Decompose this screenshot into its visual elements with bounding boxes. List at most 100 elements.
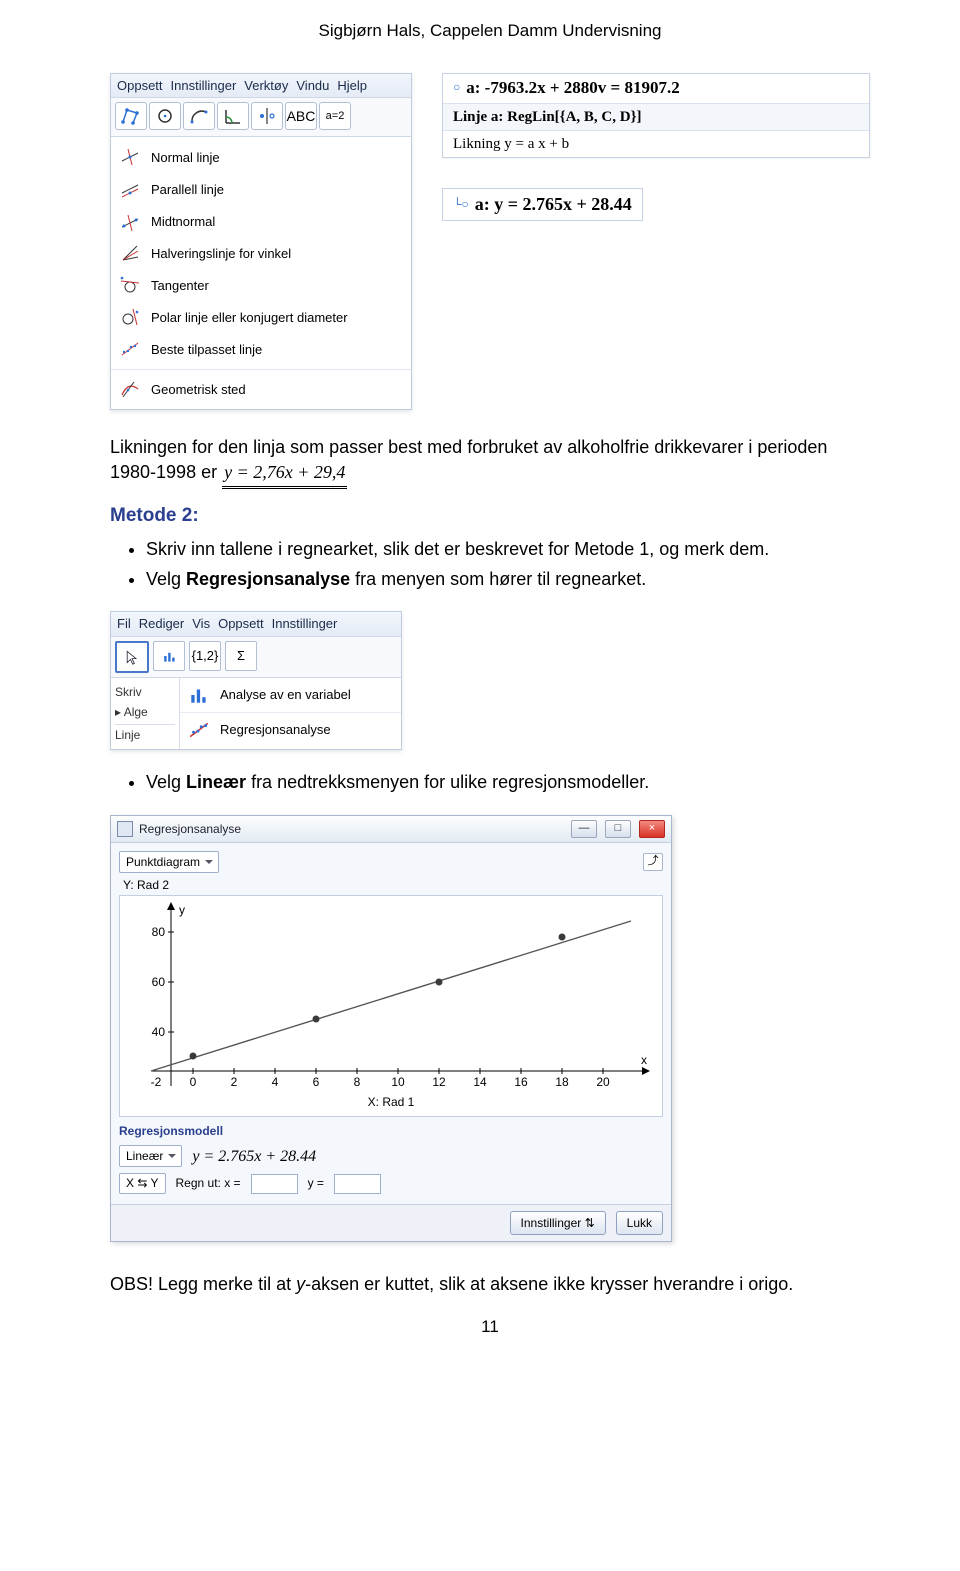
svg-text:2: 2 bbox=[231, 1075, 238, 1089]
bullet-velg-regresjon: Velg Regresjonsanalyse fra menyen som hø… bbox=[146, 567, 870, 591]
menu-oppsett[interactable]: Oppsett bbox=[117, 77, 163, 95]
regression-formula: y = 2.765x + 28.44 bbox=[192, 1146, 316, 1168]
polar-line-icon bbox=[119, 306, 141, 328]
model-dropdown[interactable]: Lineær bbox=[119, 1145, 182, 1167]
menu-oppsett[interactable]: Oppsett bbox=[218, 615, 264, 633]
tool-list-icon[interactable]: {1,2} bbox=[189, 641, 221, 671]
tool-item-beste-tilpasset[interactable]: Beste tilpasset linje bbox=[111, 333, 411, 365]
calc-y-label: y = bbox=[308, 1175, 324, 1191]
svg-text:18: 18 bbox=[555, 1075, 569, 1089]
svg-text:16: 16 bbox=[514, 1075, 528, 1089]
menu-hjelp[interactable]: Hjelp bbox=[337, 77, 367, 95]
menu-vis[interactable]: Vis bbox=[192, 615, 210, 633]
maximize-button[interactable]: □ bbox=[605, 820, 631, 838]
regwin-title-text: Regresjonsanalyse bbox=[139, 821, 241, 837]
tool-onevaranalysis-icon[interactable] bbox=[153, 641, 185, 671]
tool-item-geometrisk-sted[interactable]: Geometrisk sted bbox=[111, 369, 411, 405]
tool-polygon-icon[interactable] bbox=[115, 102, 147, 130]
calc-x-input[interactable] bbox=[251, 1174, 298, 1194]
plot-type-dropdown[interactable]: Punktdiagram bbox=[119, 851, 219, 873]
menu-rediger[interactable]: Rediger bbox=[139, 615, 185, 633]
barchart-icon bbox=[188, 684, 210, 706]
calc-label: Regn ut: x = bbox=[176, 1175, 241, 1191]
tool-circle-icon[interactable] bbox=[149, 102, 181, 130]
x-axis-caption: X: Rad 1 bbox=[368, 1095, 415, 1109]
settings-button[interactable]: Innstillinger ⇅ bbox=[510, 1211, 606, 1235]
top-figure-row: Oppsett Innstillinger Verktøy Vindu Hjel… bbox=[110, 73, 870, 411]
svg-text:x: x bbox=[641, 1053, 647, 1067]
svg-text:80: 80 bbox=[152, 925, 166, 939]
menu-item-regresjonsanalyse[interactable]: Regresjonsanalyse bbox=[180, 712, 401, 747]
scatter-chart: y x 80 60 40 -2 0 2 4 6 8 bbox=[119, 895, 663, 1117]
section-title-metode-2: Metode 2: bbox=[110, 503, 870, 529]
double-underlined-equation: y = 2,76x + 29,4 bbox=[222, 460, 347, 489]
tool-angle-icon[interactable] bbox=[217, 102, 249, 130]
page-header: Sigbjørn Hals, Cappelen Damm Undervisnin… bbox=[110, 20, 870, 43]
angle-bisector-icon bbox=[119, 242, 141, 264]
obs-paragraph: OBS! Legg merke til at y-aksen er kuttet… bbox=[110, 1272, 870, 1296]
svg-text:4: 4 bbox=[272, 1075, 279, 1089]
page-number: 11 bbox=[110, 1316, 870, 1339]
y-axis-label: Y: Rad 2 bbox=[123, 877, 663, 893]
svg-text:20: 20 bbox=[596, 1075, 610, 1089]
item-label: Geometrisk sted bbox=[151, 381, 246, 399]
geogebra-tool-menu: Oppsett Innstillinger Verktøy Vindu Hjel… bbox=[110, 73, 412, 411]
intro-paragraph: Likningen for den linja som passer best … bbox=[110, 435, 870, 489]
eq-line2: Linje a: RegLin[{A, B, C, D}] bbox=[443, 103, 869, 130]
window-icon bbox=[117, 821, 133, 837]
item-label: Tangenter bbox=[151, 277, 209, 295]
tool-slider-icon[interactable]: a=2 bbox=[319, 102, 351, 130]
locus-icon bbox=[119, 378, 141, 400]
menu-item-analyse-variabel[interactable]: Analyse av en variabel bbox=[180, 678, 401, 712]
tool-reflect-icon[interactable] bbox=[251, 102, 283, 130]
svg-text:40: 40 bbox=[152, 1025, 166, 1039]
equation-box-2: └○a: y = 2.765x + 28.44 bbox=[442, 188, 643, 220]
tool-item-normal-linje[interactable]: Normal linje bbox=[111, 141, 411, 173]
item-label: Midtnormal bbox=[151, 213, 215, 231]
svg-text:0: 0 bbox=[190, 1075, 197, 1089]
bullet-velg-linear: Velg Lineær fra nedtrekksmenyen for ulik… bbox=[146, 770, 870, 794]
tool-item-midtnormal[interactable]: Midtnormal bbox=[111, 205, 411, 237]
menu-verktoy[interactable]: Verktøy bbox=[244, 77, 288, 95]
tool-item-halveringslinje[interactable]: Halveringslinje for vinkel bbox=[111, 237, 411, 269]
tool-sum-icon[interactable]: Σ bbox=[225, 641, 257, 671]
svg-text:y: y bbox=[179, 903, 185, 917]
svg-text:12: 12 bbox=[432, 1075, 446, 1089]
item-label: Halveringslinje for vinkel bbox=[151, 245, 291, 263]
menu-vindu[interactable]: Vindu bbox=[296, 77, 329, 95]
menu-innstillinger[interactable]: Innstillinger bbox=[171, 77, 237, 95]
tool-item-polar-linje[interactable]: Polar linje eller konjugert diameter bbox=[111, 301, 411, 333]
close-dialog-button[interactable]: Lukk bbox=[616, 1211, 663, 1235]
tool-arc-icon[interactable] bbox=[183, 102, 215, 130]
tool-text-icon[interactable]: ABC bbox=[285, 102, 317, 130]
eq-line3: Likning y = a x + b bbox=[443, 130, 869, 157]
close-button[interactable]: × bbox=[639, 820, 665, 838]
mini-left-panel: Skriv ▸ Alge Linje bbox=[111, 678, 180, 750]
eq-line1: a: -7963.2x + 2880v = 81907.2 bbox=[466, 78, 679, 97]
parallel-icon bbox=[119, 178, 141, 200]
tool-item-parallell-linje[interactable]: Parallell linje bbox=[111, 173, 411, 205]
swap-xy-button[interactable]: X ⇆ Y bbox=[119, 1173, 166, 1193]
regression-window: Regresjonsanalyse — □ × Punktdiagram ⤴ Y… bbox=[110, 815, 672, 1242]
svg-text:6: 6 bbox=[313, 1075, 320, 1089]
tool-pointer-icon[interactable] bbox=[115, 641, 149, 673]
menu-innstillinger[interactable]: Innstillinger bbox=[272, 615, 338, 633]
menu-fil[interactable]: Fil bbox=[117, 615, 131, 633]
equation-box-1: ○a: -7963.2x + 2880v = 81907.2 Linje a: … bbox=[442, 73, 870, 158]
svg-text:8: 8 bbox=[354, 1075, 361, 1089]
geogebra-toolbar: ABC a=2 bbox=[111, 98, 411, 137]
perpendicular-bisector-icon bbox=[119, 210, 141, 232]
perpendicular-icon bbox=[119, 146, 141, 168]
bullet-skriv-tall: Skriv inn tallene i regnearket, slik det… bbox=[146, 537, 870, 561]
svg-text:14: 14 bbox=[473, 1075, 487, 1089]
svg-text:10: 10 bbox=[391, 1075, 405, 1089]
tool-item-tangenter[interactable]: Tangenter bbox=[111, 269, 411, 301]
regression-model-label: Regresjonsmodell bbox=[119, 1123, 663, 1139]
tangent-icon bbox=[119, 274, 141, 296]
minimize-button[interactable]: — bbox=[571, 820, 597, 838]
calc-y-input[interactable] bbox=[334, 1174, 381, 1194]
geogebra-spreadsheet-menu: Fil Rediger Vis Oppsett Innstillinger {1… bbox=[110, 611, 402, 750]
export-icon[interactable]: ⤴ bbox=[643, 853, 663, 871]
item-label: Polar linje eller konjugert diameter bbox=[151, 309, 348, 327]
svg-text:60: 60 bbox=[152, 975, 166, 989]
